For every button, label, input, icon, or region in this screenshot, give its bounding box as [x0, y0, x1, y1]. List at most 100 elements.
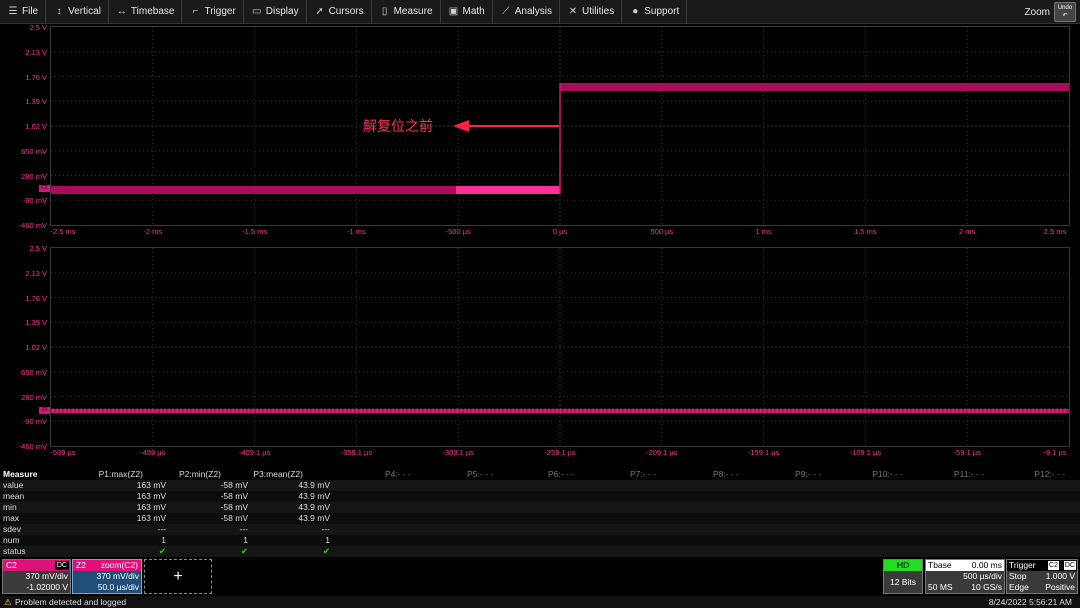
- measure-param-header[interactable]: P3:mean(Z2): [253, 469, 303, 480]
- measure-param-header[interactable]: P6:- - -: [548, 469, 574, 480]
- menu-support[interactable]: ● Support: [622, 0, 688, 24]
- measure-param-header[interactable]: P4:- - -: [385, 469, 411, 480]
- measure-row: status ✔ ✔ ✔: [0, 546, 1080, 557]
- measure-param-header[interactable]: P1:max(Z2): [99, 469, 143, 480]
- menu-label: Cursors: [328, 6, 364, 17]
- status-message[interactable]: Problem detected and logged: [15, 596, 126, 608]
- measure-value: ---: [157, 524, 167, 534]
- lower-zoom-grid[interactable]: [50, 247, 1070, 447]
- y-axis-label: 1.39 V: [25, 97, 47, 107]
- measure-value: 43.9 mV: [298, 491, 330, 501]
- measure-param-header[interactable]: P11:- - -: [954, 469, 984, 480]
- x-axis-label: -1.5 ms: [242, 227, 268, 236]
- measure-row-label: min: [3, 502, 17, 512]
- tbase-rate: 500 µs/div: [963, 571, 1002, 581]
- measure-row-label: mean: [3, 491, 25, 501]
- y-axis-label: 2.13 V: [25, 268, 47, 278]
- measure-param-header[interactable]: P8:- - -: [713, 469, 739, 480]
- measure-param-header[interactable]: P2:min(Z2): [179, 469, 221, 480]
- c2-coupling: DC: [54, 561, 69, 570]
- measure-value: ✔: [158, 546, 166, 556]
- measure-row: max 163 mV -58 mV 43.9 mV: [0, 513, 1080, 524]
- hd-descriptor[interactable]: HD 12 Bits: [883, 559, 923, 594]
- menu-label: Trigger: [204, 6, 236, 17]
- menu-vertical[interactable]: ↕ Vertical: [46, 0, 109, 24]
- measure-param-header[interactable]: P7:- - -: [630, 469, 656, 480]
- measure-row: sdev --- --- ---: [0, 524, 1080, 535]
- tbase-descriptor[interactable]: Tbase 0.00 ms 500 µs/div 50 MS 10 GS/s: [925, 559, 1005, 594]
- plus-icon: +: [173, 568, 183, 585]
- c2-name: C2: [6, 560, 17, 570]
- annotation-text: 解复位之前: [363, 119, 433, 135]
- zoom-label[interactable]: Zoom: [1024, 7, 1050, 18]
- menu-math[interactable]: ▣ Math: [441, 0, 493, 24]
- measure-title[interactable]: Measure: [3, 469, 38, 480]
- menu-cursors[interactable]: ➚ Cursors: [307, 0, 372, 24]
- menu-display[interactable]: ▭ Display: [244, 0, 307, 24]
- hd-label: HD: [884, 560, 922, 571]
- menu-utilities[interactable]: ✕ Utilities: [560, 0, 623, 24]
- measure-row: num 1 1 1: [0, 535, 1080, 546]
- x-axis-label: -359.1 µs: [340, 448, 373, 457]
- z2-scale: 370 mV/div: [96, 571, 139, 581]
- x-axis-label: -2.5 ms: [50, 227, 76, 236]
- z2-time: 50.0 µs/div: [97, 582, 139, 592]
- y-axis-label: 650 mV: [21, 146, 47, 156]
- x-axis-label: -2 ms: [143, 227, 163, 236]
- menu-timebase[interactable]: ↔ Timebase: [109, 0, 183, 24]
- x-axis-label: -1 ms: [347, 227, 366, 236]
- math-icon: ▣: [448, 6, 459, 17]
- channel-offset-marker[interactable]: C2: [39, 185, 50, 192]
- upper-waveform-grid[interactable]: [50, 26, 1070, 226]
- upper-waveform-panel: 解复位之前 2.5 V 2.13 V 1.76 V 1.39 V 1.02 V 650 m…: [0, 23, 1080, 240]
- x-axis-label: -500 µs: [445, 227, 471, 236]
- menu-analysis[interactable]: ⟋ Analysis: [493, 0, 560, 24]
- y-axis-label: 2.13 V: [25, 47, 47, 57]
- measure-param-header[interactable]: P10:- - -: [872, 469, 903, 480]
- tbase-label: Tbase: [928, 560, 952, 570]
- menu-file[interactable]: ☰ File: [0, 0, 47, 24]
- measure-param-header[interactable]: P12:- - -: [1034, 469, 1065, 480]
- menu-bar: ☰ File ↕ Vertical ↔ Timebase ⌐ Trigger ▭ Display ➚…: [0, 0, 1080, 24]
- x-axis-label: -509 µs: [50, 448, 76, 457]
- menu-label: Measure: [393, 6, 433, 17]
- add-trace-button[interactable]: +: [144, 559, 212, 594]
- y-axis-label: 1.76 V: [25, 72, 47, 82]
- warning-icon[interactable]: ⚠: [4, 596, 12, 608]
- analysis-icon: ⟋: [502, 6, 510, 17]
- x-axis-label: -159.1 µs: [747, 448, 780, 457]
- x-axis-label: 1.5 ms: [854, 227, 877, 236]
- trigger-level: 1.000 V: [1045, 571, 1075, 581]
- y-axis-label: 2.5 V: [29, 244, 47, 253]
- menu-trigger[interactable]: ⌐ Trigger: [182, 0, 244, 24]
- annotation-arrowhead: [453, 120, 469, 132]
- x-axis-label: 2 ms: [959, 227, 976, 236]
- c2-descriptor[interactable]: C2 DC 370 mV/div -1.02000 V: [2, 559, 71, 594]
- measure-value: ✔: [240, 546, 248, 556]
- measure-value: 1: [161, 535, 166, 545]
- z2-descriptor[interactable]: Z2 zoom(C2) 370 mV/div 50.0 µs/div: [72, 559, 142, 594]
- trigger-descriptor[interactable]: Trigger C2 DC Stop 1.000 V Edge Positive: [1006, 559, 1078, 594]
- timebase-icon: ↔: [116, 6, 127, 17]
- measure-value: 163 mV: [136, 480, 166, 490]
- y-axis-label: -90 mV: [22, 196, 47, 206]
- trigger-channel: C2: [1048, 561, 1059, 570]
- menu-measure[interactable]: ▯ Measure: [372, 0, 441, 24]
- y-axis-label: 1.02 V: [25, 122, 47, 131]
- measure-param-header[interactable]: P9:- - -: [795, 469, 821, 480]
- measure-header-row: Measure P1:max(Z2) P2:min(Z2) P3:mean(Z2) P4…: [0, 469, 1080, 480]
- undo-button[interactable]: Undo ↶: [1054, 2, 1076, 22]
- status-bar: ⚠ Problem detected and logged 8/24/2022 …: [0, 596, 1080, 608]
- menu-label: Timebase: [130, 6, 175, 17]
- measure-param-header[interactable]: P5:- - -: [467, 469, 493, 480]
- menu-label: Math: [462, 6, 485, 17]
- trigger-coupling: DC: [1063, 561, 1076, 570]
- x-axis-label: 2.5 ms: [1043, 227, 1067, 236]
- measure-row-label: sdev: [3, 524, 21, 534]
- measure-row-label: max: [3, 513, 20, 523]
- measure-value: 1: [243, 535, 248, 545]
- x-axis-label: -59.1 µs: [953, 448, 981, 457]
- y-axis-label: 280 mV: [21, 392, 47, 402]
- channel-offset-marker[interactable]: Z2: [39, 407, 50, 414]
- trigger-icon: ⌐: [192, 6, 199, 17]
